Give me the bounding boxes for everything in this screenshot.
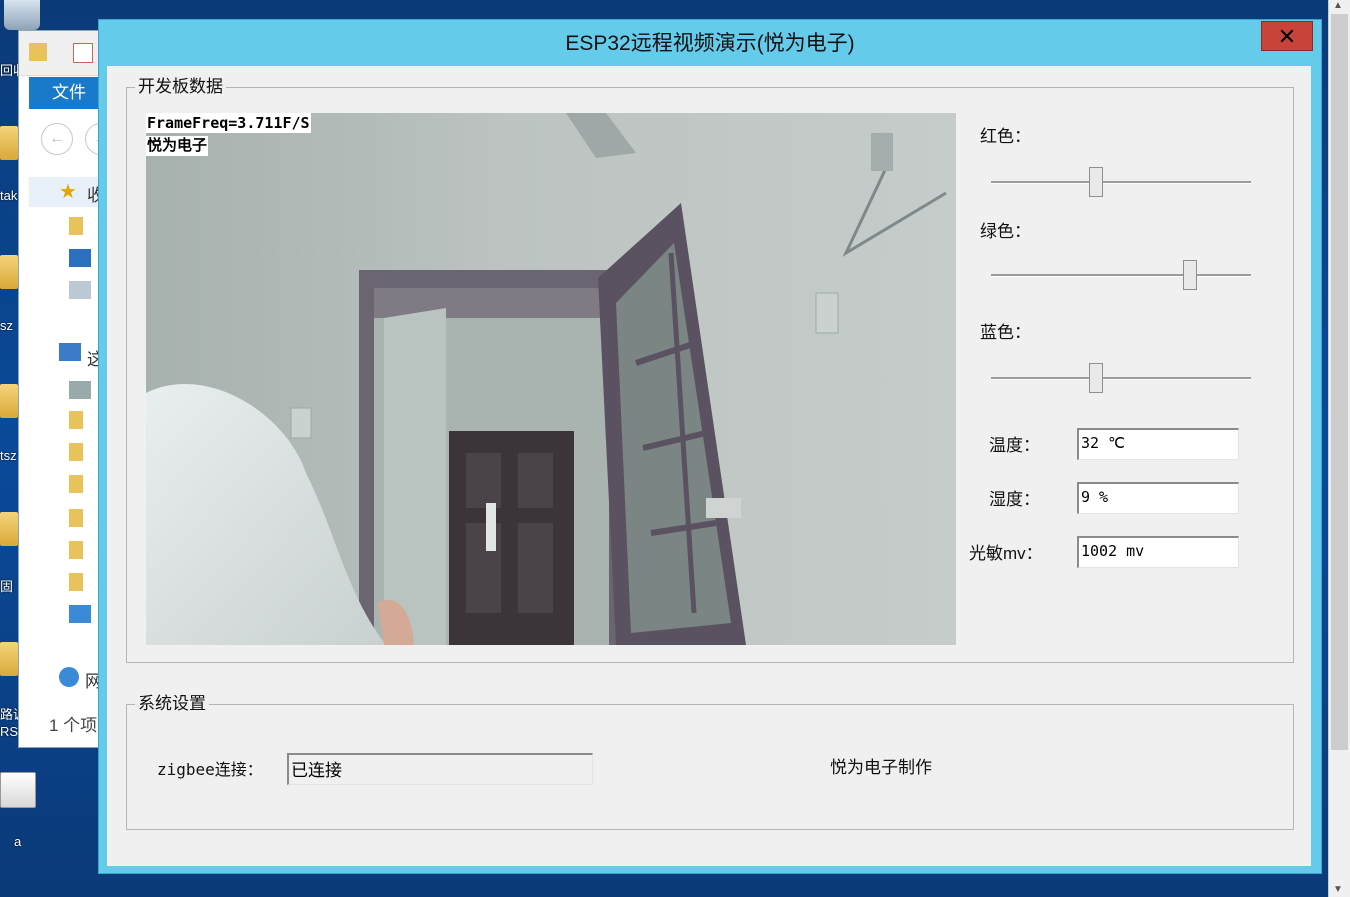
properties-icon[interactable] xyxy=(73,43,93,63)
desktop-icon[interactable] xyxy=(69,249,91,267)
desktop-label: tsz xyxy=(0,448,17,463)
item-count: 1 个项 xyxy=(49,716,98,735)
desktop-label: RS xyxy=(0,724,19,739)
recycle-bin-icon[interactable] xyxy=(4,0,40,30)
folder-icon[interactable] xyxy=(0,126,18,160)
humidity-label: 湿度： xyxy=(989,490,1040,509)
red-slider-thumb[interactable] xyxy=(1089,167,1103,197)
folder-icon[interactable] xyxy=(0,255,18,289)
green-label: 绿色： xyxy=(980,222,1031,241)
computer-icon[interactable] xyxy=(59,343,81,361)
credit-text: 悦为电子制作 xyxy=(830,758,932,777)
board-data-group: 开发板数据 FrameFreq=3.711F/S 悦为电子 红色： 绿色： 蓝色… xyxy=(126,77,1294,663)
app-window: ESP32远程视频演示(悦为电子) ✕ 开发板数据 FrameFreq=3.71… xyxy=(98,19,1322,874)
background-scrollbar[interactable]: ▲ ▼ xyxy=(1328,0,1350,897)
network-icon[interactable] xyxy=(59,667,79,687)
window-client-area: 开发板数据 FrameFreq=3.711F/S 悦为电子 红色： 绿色： 蓝色… xyxy=(107,66,1311,866)
video-feed: FrameFreq=3.711F/S 悦为电子 xyxy=(146,113,956,645)
camera-image xyxy=(146,113,956,645)
windows-drive-icon[interactable] xyxy=(69,605,91,623)
folder-icon[interactable] xyxy=(0,512,18,546)
board-data-title: 开发板数据 xyxy=(135,77,226,97)
temperature-label: 温度： xyxy=(989,436,1040,455)
desktop-label: 固 xyxy=(0,579,14,594)
blue-label: 蓝色： xyxy=(980,323,1031,342)
close-button[interactable]: ✕ xyxy=(1261,21,1313,51)
drive-icon[interactable] xyxy=(69,381,91,399)
scroll-down-icon[interactable]: ▼ xyxy=(1333,884,1343,895)
light-label: 光敏mv： xyxy=(969,544,1043,563)
desktop-label: a xyxy=(14,834,22,849)
favorites-item[interactable]: ★ 收 xyxy=(29,177,109,207)
window-title: ESP32远程视频演示(悦为电子) xyxy=(565,32,855,55)
folder-icon[interactable] xyxy=(0,384,18,418)
star-icon: ★ xyxy=(59,181,77,203)
frame-freq-overlay: FrameFreq=3.711F/S xyxy=(146,113,311,133)
scroll-up-icon[interactable]: ▲ xyxy=(1333,0,1343,11)
brand-overlay: 悦为电子 xyxy=(146,136,209,156)
system-settings-title: 系统设置 xyxy=(135,694,209,714)
folder-icon[interactable] xyxy=(69,217,83,235)
zigbee-label: zigbee连接： xyxy=(157,760,263,779)
green-slider-thumb[interactable] xyxy=(1183,260,1197,290)
folder-icon[interactable] xyxy=(0,642,18,676)
back-icon[interactable]: ← xyxy=(41,123,73,155)
humidity-field[interactable]: 9 % xyxy=(1077,482,1239,514)
red-slider-track[interactable] xyxy=(991,181,1251,184)
folder-icon[interactable] xyxy=(69,475,83,493)
desktop-label: sz xyxy=(0,318,13,333)
title-bar[interactable]: ESP32远程视频演示(悦为电子) ✕ xyxy=(99,20,1321,66)
folder-icon[interactable] xyxy=(69,541,83,559)
system-settings-group: 系统设置 zigbee连接： 已连接 悦为电子制作 xyxy=(126,694,1294,830)
temperature-field[interactable]: 32 ℃ xyxy=(1077,428,1239,460)
blue-slider-thumb[interactable] xyxy=(1089,363,1103,393)
file-icon[interactable] xyxy=(0,772,36,808)
folder-icon[interactable] xyxy=(69,443,83,461)
file-explorer-window: 文件 ← → ★ 收 这 网 1 个项 xyxy=(18,30,117,748)
folder-icon xyxy=(29,43,47,61)
light-field[interactable]: 1002 mv xyxy=(1077,536,1239,568)
folder-icon[interactable] xyxy=(69,573,83,591)
folder-icon[interactable] xyxy=(69,509,83,527)
green-slider-track[interactable] xyxy=(991,274,1251,277)
explorer-file-tab[interactable]: 文件 xyxy=(29,77,109,109)
red-label: 红色： xyxy=(980,127,1031,146)
network-drive-icon[interactable] xyxy=(69,281,91,299)
blue-slider-track[interactable] xyxy=(991,377,1251,380)
zigbee-status-field[interactable]: 已连接 xyxy=(287,753,593,785)
scrollbar-thumb[interactable] xyxy=(1331,14,1348,750)
explorer-toolbar xyxy=(19,31,109,76)
folder-icon[interactable] xyxy=(69,411,83,429)
desktop-label: tak xyxy=(0,188,18,203)
